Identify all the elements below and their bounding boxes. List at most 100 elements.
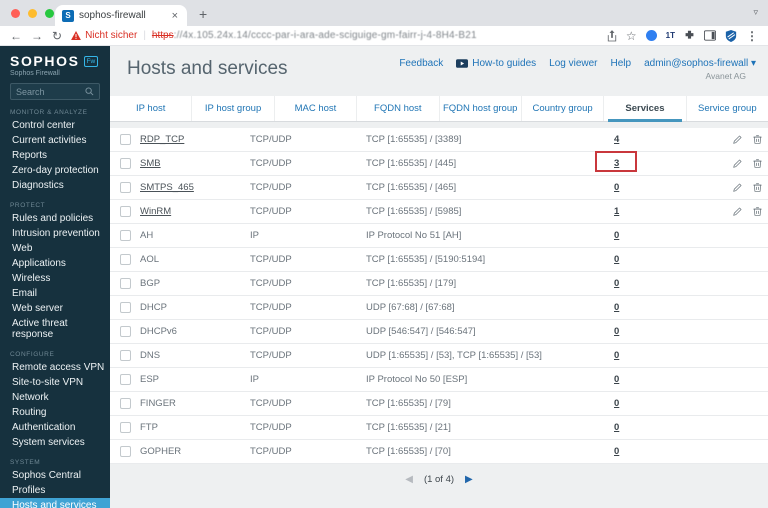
delete-trash-icon[interactable] [752,206,763,217]
window-chevron-icon[interactable]: ▿ [753,7,758,18]
browser-menu-icon[interactable]: ⋮ [746,29,758,43]
text-extension-icon[interactable]: 1T [666,31,675,40]
help-link[interactable]: Help [611,58,632,69]
bookmark-star-icon[interactable]: ☆ [626,29,637,43]
edit-pencil-icon[interactable] [732,206,743,217]
sophos-shield-icon[interactable] [725,29,737,42]
account-menu[interactable]: admin@sophos-firewall ▾ [644,58,756,69]
sidebar-item-web-server[interactable]: Web server [0,301,110,316]
row-checkbox[interactable] [119,206,131,217]
reload-button[interactable]: ↻ [52,30,62,42]
sidebar-item-wireless[interactable]: Wireless [0,271,110,286]
sidebar-search[interactable] [10,83,100,100]
delete-trash-icon[interactable] [752,134,763,145]
search-input[interactable] [16,86,82,97]
usage-count-link[interactable]: 0 [612,182,619,193]
usage-count-link[interactable]: 0 [612,278,619,289]
tab-services[interactable]: Services [604,96,687,122]
tab-service-group[interactable]: Service group [687,96,768,121]
usage-count-link[interactable]: 0 [612,230,619,241]
new-tab-button[interactable]: + [199,6,207,22]
service-name-link[interactable]: RDP_TCP [140,134,184,145]
row-checkbox[interactable] [119,134,131,145]
sidebar-item-control-center[interactable]: Control center [0,118,110,133]
usage-count-link[interactable]: 0 [612,254,619,265]
sidebar-item-rules-and-policies[interactable]: Rules and policies [0,211,110,226]
usage-count-link[interactable]: 1 [612,206,619,217]
usage-count-link[interactable]: 0 [612,326,619,337]
side-panel-icon[interactable] [704,30,716,41]
usage-count-link[interactable]: 0 [612,446,619,457]
sidebar-item-web[interactable]: Web [0,241,110,256]
howto-guides-link[interactable]: How-to guides [456,58,536,69]
edit-pencil-icon[interactable] [732,134,743,145]
zoom-window-button[interactable] [45,9,54,18]
delete-trash-icon[interactable] [752,182,763,193]
sidebar-item-email[interactable]: Email [0,286,110,301]
usage-count-link[interactable]: 0 [612,422,619,433]
back-button[interactable]: ← [10,30,22,42]
delete-trash-icon[interactable] [752,158,763,169]
service-name-link[interactable]: WinRM [140,206,171,217]
previous-page-button[interactable]: ◀ [405,474,413,485]
usage-count-link[interactable]: 0 [612,302,619,313]
row-checkbox[interactable] [119,182,131,193]
row-checkbox[interactable] [119,446,131,457]
row-checkbox[interactable] [119,230,131,241]
share-icon[interactable] [607,29,617,42]
usage-count-link[interactable]: 0 [612,350,619,361]
sidebar-item-profiles[interactable]: Profiles [0,483,110,498]
row-checkbox[interactable] [119,302,131,313]
usage-count-link[interactable]: 0 [612,398,619,409]
log-viewer-link[interactable]: Log viewer [549,58,597,69]
row-checkbox[interactable] [119,422,131,433]
row-checkbox[interactable] [119,278,131,289]
row-checkbox[interactable] [119,326,131,337]
sidebar-item-current-activities[interactable]: Current activities [0,133,110,148]
row-checkbox[interactable] [119,350,131,361]
not-secure-label: Nicht sicher [85,30,138,41]
tab-ip-host[interactable]: IP host [110,96,193,121]
sidebar-item-diagnostics[interactable]: Diagnostics [0,178,110,193]
sidebar-item-active-threat-response[interactable]: Active threat response [0,316,110,342]
tab-country-group[interactable]: Country group [522,96,605,121]
tab-ip-host-group[interactable]: IP host group [192,96,275,121]
sidebar-item-site-to-site-vpn[interactable]: Site-to-site VPN [0,375,110,390]
sidebar-item-remote-access-vpn[interactable]: Remote access VPN [0,360,110,375]
sidebar-item-sophos-central[interactable]: Sophos Central [0,468,110,483]
browser-tab[interactable]: S sophos-firewall × [55,5,187,26]
usage-count-link[interactable]: 4 [612,134,619,145]
minimize-window-button[interactable] [28,9,37,18]
sidebar-item-zero-day-protection[interactable]: Zero-day protection [0,163,110,178]
sidebar-item-reports[interactable]: Reports [0,148,110,163]
sidebar-item-intrusion-prevention[interactable]: Intrusion prevention [0,226,110,241]
blue-circle-extension-icon[interactable] [645,30,657,41]
sidebar-item-applications[interactable]: Applications [0,256,110,271]
address-bar[interactable]: Nicht sicher | https://4x.105.24x.14/ccc… [71,30,598,41]
sidebar-item-network[interactable]: Network [0,390,110,405]
sidebar-item-authentication[interactable]: Authentication [0,420,110,435]
extensions-puzzle-icon[interactable] [684,30,695,41]
sidebar-item-routing[interactable]: Routing [0,405,110,420]
row-checkbox[interactable] [119,374,131,385]
not-secure-warning[interactable]: Nicht sicher [71,30,137,41]
tab-close-icon[interactable]: × [170,10,180,22]
feedback-link[interactable]: Feedback [399,58,443,69]
tab-fqdn-host-group[interactable]: FQDN host group [440,96,522,121]
usage-count-link[interactable]: 0 [612,374,619,385]
close-window-button[interactable] [11,9,20,18]
service-name-link[interactable]: SMB [140,158,161,169]
sidebar-item-hosts-and-services[interactable]: Hosts and services [0,498,110,508]
row-checkbox[interactable] [119,158,131,169]
row-checkbox[interactable] [119,398,131,409]
edit-pencil-icon[interactable] [732,158,743,169]
sidebar-item-system-services[interactable]: System services [0,435,110,450]
tab-mac-host[interactable]: MAC host [275,96,358,121]
edit-pencil-icon[interactable] [732,182,743,193]
usage-count-link[interactable]: 3 [612,158,619,169]
service-name-link[interactable]: SMTPS_465 [140,182,194,193]
next-page-button[interactable]: ▶ [465,474,473,485]
forward-button[interactable]: → [31,30,43,42]
row-checkbox[interactable] [119,254,131,265]
tab-fqdn-host[interactable]: FQDN host [357,96,440,121]
